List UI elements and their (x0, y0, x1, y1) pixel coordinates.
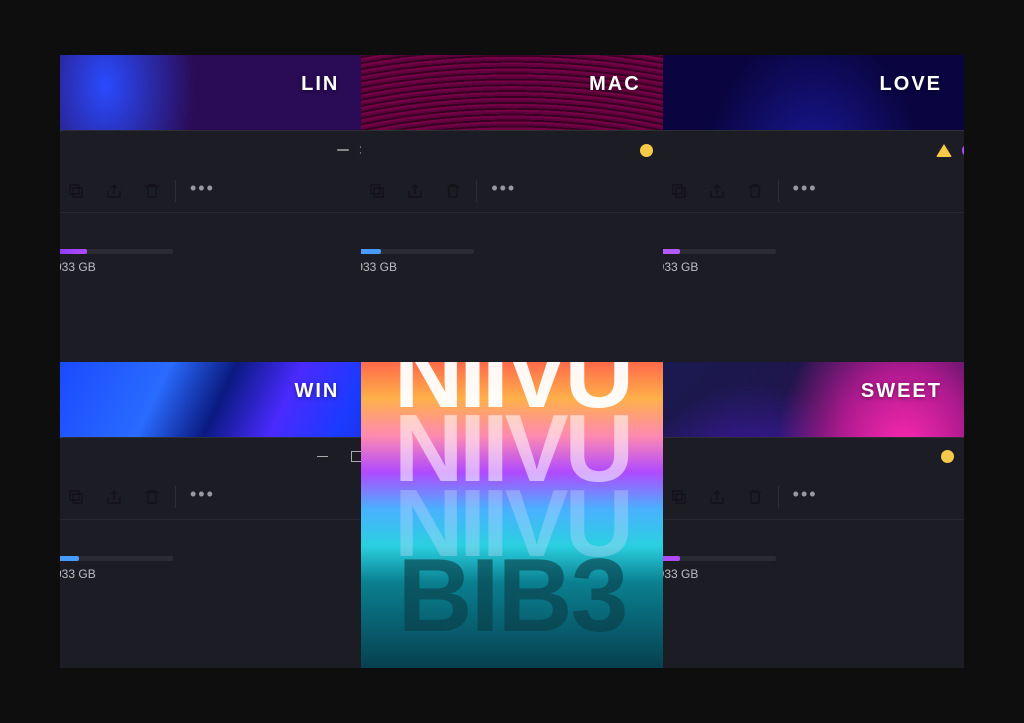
minimize-icon[interactable] (936, 144, 952, 157)
storage-label: 933 GB (60, 260, 361, 274)
share-icon[interactable] (708, 488, 726, 506)
separator (175, 180, 176, 202)
toolbar: ••• (60, 476, 361, 520)
trash-icon[interactable] (746, 182, 764, 200)
export-icon[interactable] (67, 488, 85, 506)
more-icon[interactable]: ••• (793, 485, 818, 509)
more-icon[interactable]: ••• (793, 179, 818, 203)
storage-label: 933 GB (361, 260, 662, 274)
toolbar: ••• (663, 476, 964, 520)
maximize-icon[interactable] (962, 144, 964, 157)
niivu-text-stack: NIIVU NIIVU NIIVU BIB3 (361, 362, 662, 669)
theme-grid: LIN ••• 933 GB (60, 55, 964, 668)
export-icon[interactable] (670, 488, 688, 506)
trash-icon[interactable] (746, 488, 764, 506)
titlebar (663, 438, 964, 476)
titlebar (60, 131, 361, 169)
tile-win[interactable]: WIN ••• 933 GB (60, 362, 361, 669)
storage-bar (60, 249, 173, 254)
share-icon[interactable] (708, 182, 726, 200)
minimize-icon[interactable] (941, 450, 954, 463)
storage-bar (60, 556, 173, 561)
export-icon[interactable] (67, 182, 85, 200)
toolbar: ••• (663, 169, 964, 213)
minimize-icon[interactable] (337, 149, 349, 151)
export-icon[interactable] (368, 182, 386, 200)
tile-title: MAC (589, 73, 641, 96)
window-mock-love: ✕ ••• 933 GB (663, 130, 964, 362)
toolbar: ••• (60, 169, 361, 213)
window-mock-mac: ••• 933 GB (361, 130, 662, 362)
tile-lin[interactable]: LIN ••• 933 GB (60, 55, 361, 362)
tile-sweet[interactable]: SWEET ••• 933 GB (663, 362, 964, 669)
storage-label: 933 GB (663, 260, 964, 274)
niivu-word-4: BIB3 (361, 556, 662, 637)
window-mock-lin: ••• 933 GB (60, 130, 361, 362)
window-mock-win: ••• 933 GB (60, 437, 361, 669)
storage-label: 933 GB (663, 567, 964, 581)
separator (778, 486, 779, 508)
tile-title: LOVE (880, 73, 942, 96)
tile-love[interactable]: LOVE ✕ ••• 933 GB (663, 55, 964, 362)
share-icon[interactable] (105, 182, 123, 200)
tile-title: SWEET (861, 380, 942, 403)
storage-label: 933 GB (60, 567, 361, 581)
toolbar: ••• (361, 169, 662, 213)
storage-bar (663, 556, 776, 561)
tile-title: WIN (294, 380, 339, 403)
titlebar (361, 131, 662, 169)
titlebar (60, 438, 361, 476)
separator (175, 486, 176, 508)
more-icon[interactable]: ••• (491, 179, 516, 203)
minimize-icon[interactable] (640, 144, 653, 157)
export-icon[interactable] (670, 182, 688, 200)
share-icon[interactable] (105, 488, 123, 506)
separator (778, 180, 779, 202)
storage-bar (361, 249, 474, 254)
maximize-icon[interactable] (339, 443, 361, 471)
tile-mac[interactable]: MAC ••• 933 GB (361, 55, 662, 362)
tile-niivu[interactable]: NIIVU NIIVU NIIVU BIB3 (361, 362, 662, 669)
trash-icon[interactable] (143, 182, 161, 200)
trash-icon[interactable] (444, 182, 462, 200)
more-icon[interactable]: ••• (190, 485, 215, 509)
tile-title: LIN (301, 73, 339, 96)
minimize-icon[interactable] (305, 443, 339, 471)
more-icon[interactable]: ••• (190, 179, 215, 203)
separator (476, 180, 477, 202)
storage-bar (663, 249, 776, 254)
window-mock-sweet: ••• 933 GB (663, 437, 964, 669)
titlebar: ✕ (663, 131, 964, 169)
trash-icon[interactable] (143, 488, 161, 506)
share-icon[interactable] (406, 182, 424, 200)
